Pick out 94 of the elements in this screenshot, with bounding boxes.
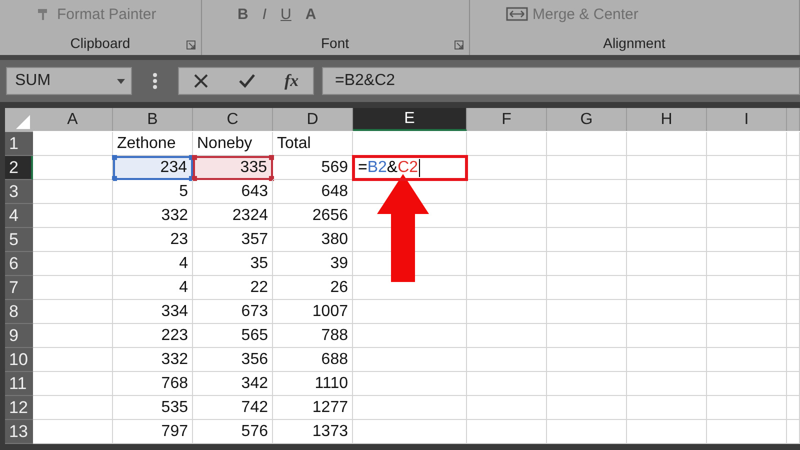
table-cell: Total [273, 132, 353, 156]
table-cell: 35 [193, 252, 273, 276]
row-header[interactable]: 1 [5, 132, 33, 156]
table-cell: 648 [273, 180, 353, 204]
ribbon-button[interactable]: B [238, 6, 248, 22]
formula-part: C2 [398, 158, 418, 176]
referenced-cell: 234 [113, 156, 193, 180]
column-header[interactable]: C [193, 108, 273, 131]
table-cell: 535 [113, 396, 193, 420]
dialog-launcher-icon[interactable] [454, 40, 464, 50]
group-label: Font [320, 35, 350, 51]
empty-cell [787, 204, 800, 228]
empty-cell [787, 348, 800, 372]
empty-cell [787, 156, 800, 180]
ribbon-button[interactable]: A [305, 6, 316, 22]
table-cell: 223 [113, 324, 193, 348]
table-cell: 342 [193, 372, 273, 396]
empty-cell [787, 324, 800, 348]
table-cell: 2324 [193, 204, 273, 228]
referenced-cell: 335 [193, 156, 273, 180]
empty-cell [787, 252, 800, 276]
column-header[interactable]: B [113, 108, 193, 131]
ribbon-button[interactable]: I [262, 6, 267, 22]
table-cell: 768 [113, 372, 193, 396]
row-header[interactable]: 11 [5, 372, 33, 396]
checkmark-icon[interactable] [238, 73, 256, 89]
empty-cell [787, 180, 800, 204]
row-header[interactable]: 13 [5, 420, 33, 444]
empty-cell [787, 300, 800, 324]
row-header[interactable]: 5 [5, 228, 33, 252]
table-cell: 334 [113, 300, 193, 324]
table-cell: 565 [193, 324, 273, 348]
row-header[interactable]: 4 [5, 204, 33, 228]
table-cell: 332 [113, 204, 193, 228]
select-all-icon[interactable] [16, 115, 30, 129]
table-cell: 2656 [273, 204, 353, 228]
row-header[interactable]: 9 [5, 324, 33, 348]
merge-cells-icon [506, 6, 528, 22]
column-header[interactable]: E [353, 108, 467, 131]
table-cell: 5 [113, 180, 193, 204]
column-header[interactable]: D [273, 108, 353, 131]
table-cell: 380 [273, 228, 353, 252]
dropdown-caret-icon [117, 78, 125, 84]
empty-cell [787, 228, 800, 252]
row-header[interactable]: 10 [5, 348, 33, 372]
column-header[interactable]: A [33, 108, 113, 131]
table-cell: 788 [273, 324, 353, 348]
table-cell: 688 [273, 348, 353, 372]
column-header[interactable]: H [627, 108, 707, 131]
table-cell: 797 [113, 420, 193, 444]
table-cell: 643 [193, 180, 273, 204]
column-header[interactable]: I [707, 108, 787, 131]
name-box[interactable]: SUM [6, 67, 132, 95]
row-header[interactable]: 2 [5, 156, 33, 180]
row-header[interactable]: 8 [5, 300, 33, 324]
empty-cell [787, 396, 800, 420]
table-cell: 22 [193, 276, 273, 300]
cancel-icon[interactable] [193, 73, 210, 89]
group-label: Clipboard [69, 35, 132, 51]
table-cell: 332 [113, 348, 193, 372]
table-cell: 1373 [273, 420, 353, 444]
formula-part: B2 [367, 158, 387, 176]
row-header[interactable]: 3 [5, 180, 33, 204]
table-cell: 576 [193, 420, 273, 444]
dialog-launcher-icon[interactable] [186, 40, 196, 50]
table-cell: 1277 [273, 396, 353, 420]
table-cell: 357 [193, 228, 273, 252]
formula-field[interactable]: =B2&C2 [322, 67, 800, 95]
empty-cell [787, 372, 800, 396]
column-header[interactable]: G [547, 108, 627, 131]
row-header[interactable]: 6 [5, 252, 33, 276]
formula-part: & [386, 158, 398, 176]
table-cell: 569 [273, 156, 353, 180]
table-cell: 39 [273, 252, 353, 276]
empty-cell [787, 276, 800, 300]
table-cell: 356 [193, 348, 273, 372]
drag-handle-icon[interactable] [152, 72, 158, 90]
column-header[interactable]: F [467, 108, 547, 131]
row-header[interactable]: 7 [5, 276, 33, 300]
table-cell: 1007 [273, 300, 353, 324]
editing-cell[interactable]: =B2&C2 [353, 156, 467, 180]
ribbon-button[interactable]: U [280, 6, 292, 22]
table-cell: 1110 [273, 372, 353, 396]
insert-function-button[interactable]: fx [284, 71, 299, 91]
table-cell: 4 [113, 276, 193, 300]
formula-part: = [358, 158, 368, 176]
table-cell: 4 [113, 252, 193, 276]
row-header[interactable]: 12 [5, 396, 33, 420]
empty-cell [787, 420, 800, 444]
table-cell: 23 [113, 228, 193, 252]
table-cell: 26 [273, 276, 353, 300]
group-label: Alignment [602, 35, 666, 51]
table-cell: 673 [193, 300, 273, 324]
table-cell: 742 [193, 396, 273, 420]
